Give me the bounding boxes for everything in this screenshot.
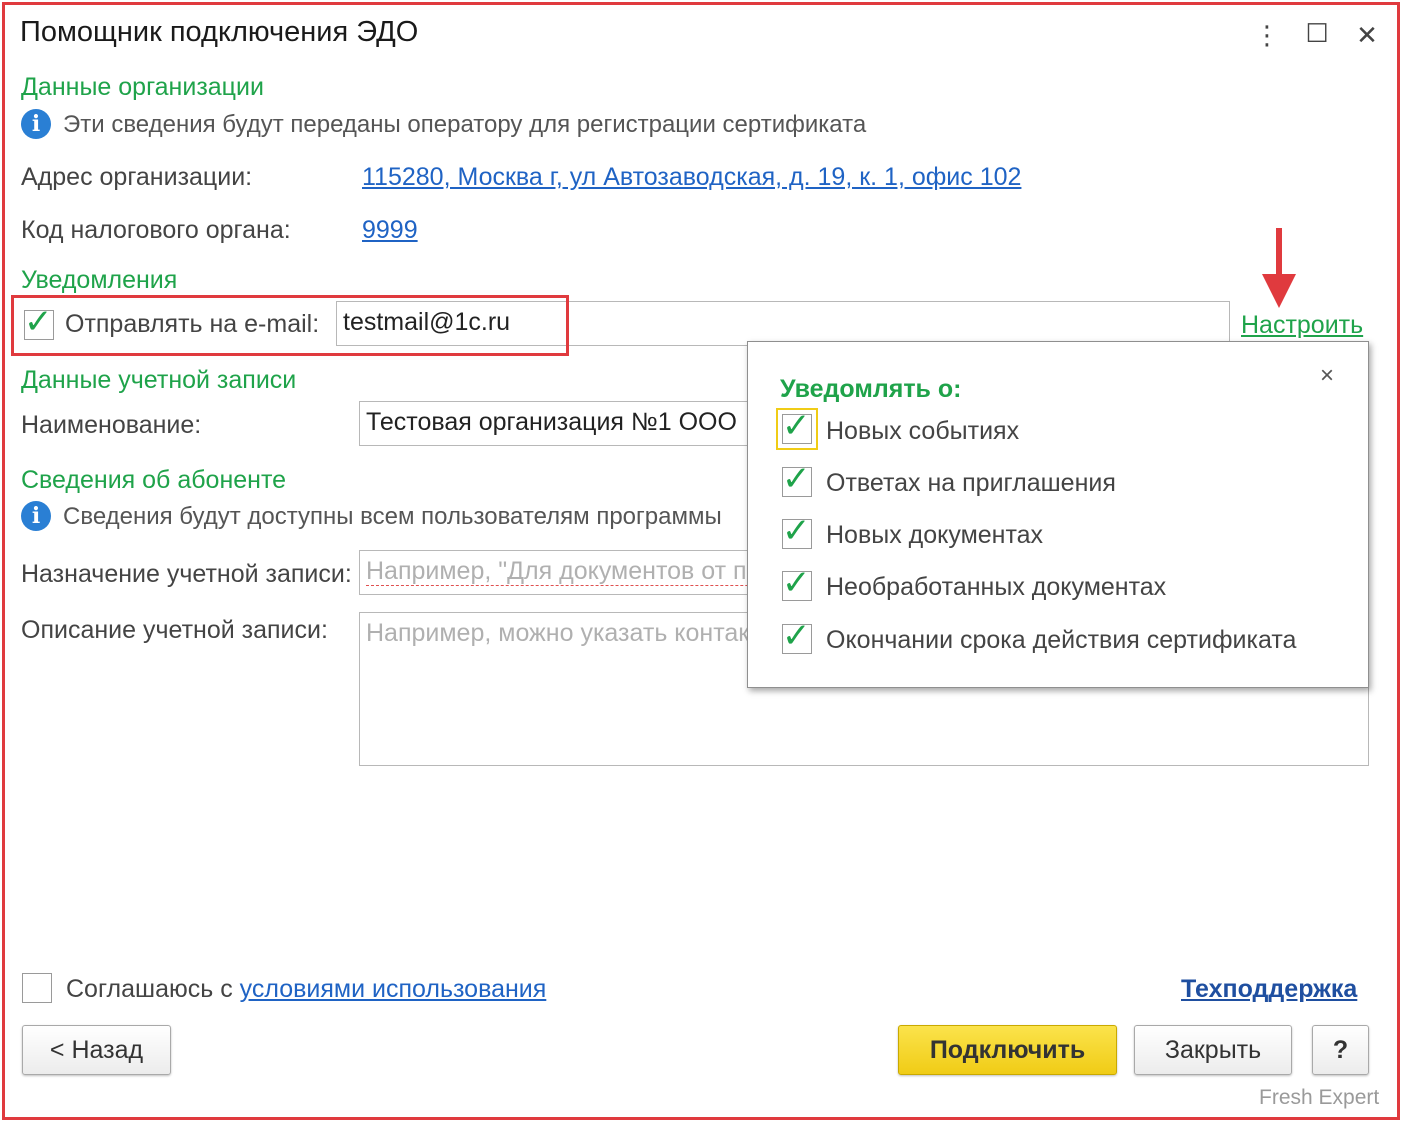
- popup-item-label: Окончании срока действия сертификата: [826, 626, 1297, 654]
- description-label: Описание учетной записи:: [21, 616, 328, 644]
- close-button[interactable]: Закрыть: [1134, 1025, 1292, 1075]
- checkmark-icon: ✓: [782, 564, 811, 602]
- more-icon[interactable]: ⋮: [1252, 20, 1282, 51]
- info-icon: i: [21, 109, 51, 139]
- popup-checkbox[interactable]: ✓: [782, 617, 812, 655]
- watermark: Fresh Expert: [1259, 1086, 1380, 1109]
- back-button[interactable]: < Назад: [22, 1025, 171, 1075]
- popup-checkbox[interactable]: ✓: [782, 564, 812, 602]
- org-info-text: Эти сведения будут переданы оператору дл…: [63, 111, 867, 138]
- account-name-value: Тестовая организация №1 ООО: [366, 408, 737, 436]
- popup-title: Уведомлять о:: [780, 375, 962, 403]
- close-icon[interactable]: ✕: [1352, 20, 1382, 51]
- connect-button[interactable]: Подключить: [898, 1025, 1117, 1075]
- send-email-label: Отправлять на e-mail:: [65, 310, 320, 338]
- subscriber-info-text: Сведения будут доступны всем пользовател…: [63, 503, 722, 530]
- red-arrow-icon: [1262, 228, 1296, 310]
- address-link[interactable]: 115280, Москва г, ул Автозаводская, д. 1…: [362, 163, 1021, 192]
- checkmark-icon: ✓: [782, 512, 811, 550]
- tax-office-link[interactable]: 9999: [362, 216, 418, 245]
- popup-item-label: Новых документах: [826, 521, 1044, 549]
- support-link[interactable]: Техподдержка: [1181, 975, 1357, 1004]
- popup-item-label: Ответах на приглашения: [826, 469, 1116, 497]
- agree-label: Соглашаюсь с условиями использования: [66, 975, 546, 1004]
- checkmark-icon: ✓: [782, 617, 811, 655]
- org-section-header: Данные организации: [21, 73, 264, 101]
- popup-checkbox[interactable]: ✓: [782, 460, 812, 498]
- tax-office-label: Код налогового органа:: [21, 216, 291, 244]
- maximize-icon[interactable]: ☐: [1302, 18, 1332, 49]
- popup-item-label: Необработанных документах: [826, 573, 1167, 601]
- address-label: Адрес организации:: [21, 163, 253, 191]
- checkmark-icon: ✓: [782, 460, 811, 498]
- popup-checkbox[interactable]: ✓: [782, 512, 812, 550]
- popup-item-label: Новых событиях: [826, 417, 1020, 445]
- agree-prefix: Соглашаюсь с: [66, 975, 233, 1003]
- purpose-label: Назначение учетной записи:: [21, 560, 352, 588]
- configure-link[interactable]: Настроить: [1241, 311, 1363, 340]
- subscriber-section-header: Сведения об абоненте: [21, 466, 287, 494]
- notification-settings-popup: Уведомлять о: × ✓ Новых событиях ✓ Ответ…: [747, 341, 1369, 688]
- popup-checkbox[interactable]: ✓: [782, 407, 812, 445]
- terms-link[interactable]: условиями использования: [240, 975, 547, 1003]
- info-icon: i: [21, 501, 51, 531]
- window-title: Помощник подключения ЭДО: [20, 16, 419, 48]
- send-email-checkbox[interactable]: ✓: [24, 303, 54, 341]
- notifications-section-header: Уведомления: [21, 266, 178, 294]
- help-button[interactable]: ?: [1312, 1025, 1369, 1075]
- account-name-label: Наименование:: [21, 411, 202, 439]
- agree-checkbox[interactable]: [22, 973, 52, 1003]
- account-section-header: Данные учетной записи: [21, 366, 297, 394]
- checkmark-icon: ✓: [24, 303, 53, 341]
- popup-close-icon[interactable]: ×: [1320, 362, 1334, 390]
- checkmark-icon: ✓: [782, 407, 811, 445]
